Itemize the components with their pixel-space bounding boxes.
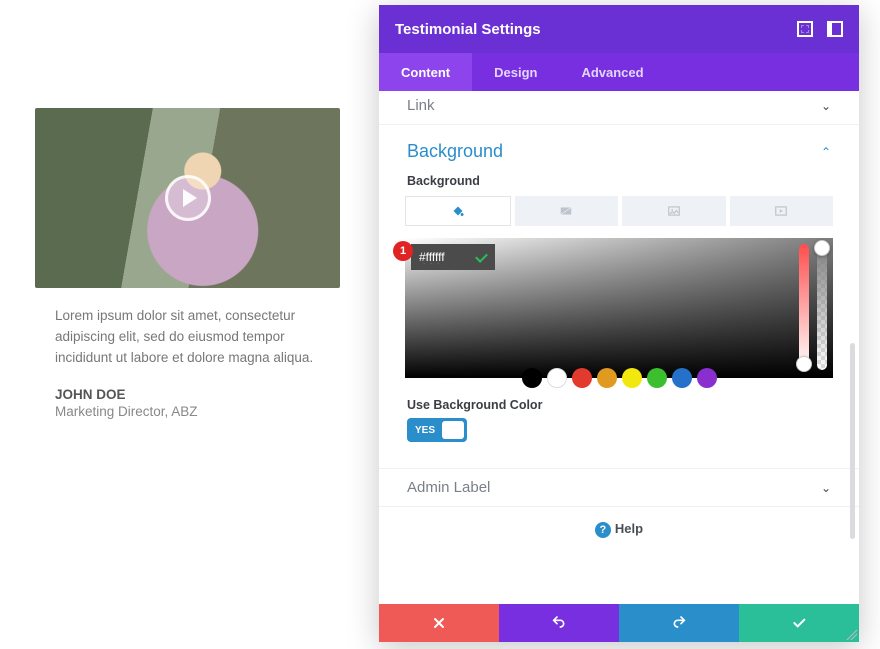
section-background-label: Background xyxy=(407,141,503,162)
help-icon: ? xyxy=(595,522,611,538)
chevron-up-icon: ⌃ xyxy=(821,145,831,159)
action-bar xyxy=(379,604,859,642)
testimonial-author: JOHN DOE xyxy=(35,369,340,402)
chevron-down-icon: ⌄ xyxy=(821,481,831,495)
swatch-orange[interactable] xyxy=(597,368,617,388)
toggle-text: YES xyxy=(415,425,435,436)
panel-header: Testimonial Settings xyxy=(379,5,859,53)
resize-handle[interactable] xyxy=(845,628,857,640)
swatch-red[interactable] xyxy=(572,368,592,388)
swatch-black[interactable] xyxy=(522,368,542,388)
section-link[interactable]: Link ⌄ xyxy=(379,91,859,125)
help-text: Help xyxy=(615,521,643,536)
section-background[interactable]: Background ⌃ xyxy=(379,125,859,170)
section-admin-label[interactable]: Admin Label ⌄ xyxy=(379,468,859,507)
undo-button[interactable] xyxy=(499,604,619,642)
bg-tab-video[interactable] xyxy=(730,196,834,226)
confirm-color-button[interactable] xyxy=(467,244,495,270)
settings-panel: Testimonial Settings Content Design Adva… xyxy=(379,5,859,642)
testimonial-role: Marketing Director, ABZ xyxy=(35,402,340,419)
hex-input-row xyxy=(411,244,495,270)
hex-input[interactable] xyxy=(411,244,467,270)
gradient-icon xyxy=(558,204,574,218)
section-admin-label-text: Admin Label xyxy=(407,479,490,496)
step-badge: 1 xyxy=(393,241,413,261)
tab-advanced[interactable]: Advanced xyxy=(559,53,665,91)
redo-button[interactable] xyxy=(619,604,739,642)
hue-slider[interactable] xyxy=(799,244,809,370)
bg-tab-image[interactable] xyxy=(622,196,726,226)
video-icon xyxy=(773,204,789,218)
panel-tabs: Content Design Advanced xyxy=(379,53,859,91)
scrollbar[interactable] xyxy=(850,343,855,539)
color-swatches xyxy=(405,368,833,388)
use-bg-color-label: Use Background Color xyxy=(379,388,859,418)
tab-design[interactable]: Design xyxy=(472,53,559,91)
testimonial-photo xyxy=(35,108,340,288)
swatch-green[interactable] xyxy=(647,368,667,388)
section-link-label: Link xyxy=(407,97,435,114)
check-icon xyxy=(791,615,807,631)
chevron-down-icon: ⌄ xyxy=(821,99,831,113)
paint-bucket-icon xyxy=(450,204,466,218)
image-icon xyxy=(666,204,682,218)
bg-tab-gradient[interactable] xyxy=(515,196,619,226)
redo-icon xyxy=(671,615,687,631)
close-icon xyxy=(431,615,447,631)
panel-body: Link ⌄ Background ⌃ Background 1 xyxy=(379,91,859,604)
docs-icon[interactable] xyxy=(827,21,843,37)
alpha-slider[interactable] xyxy=(817,244,827,370)
undo-icon xyxy=(551,615,567,631)
testimonial-quote: Lorem ipsum dolor sit amet, consectetur … xyxy=(35,288,340,369)
swatch-purple[interactable] xyxy=(697,368,717,388)
help-link[interactable]: ? Help xyxy=(379,507,859,550)
cancel-button[interactable] xyxy=(379,604,499,642)
color-picker: 1 xyxy=(405,238,833,388)
background-type-tabs xyxy=(405,196,833,226)
alpha-thumb[interactable] xyxy=(814,240,830,256)
use-bg-color-toggle[interactable]: YES xyxy=(407,418,467,442)
background-field-label: Background xyxy=(379,170,859,196)
swatch-white[interactable] xyxy=(547,368,567,388)
save-button[interactable] xyxy=(739,604,859,642)
swatch-yellow[interactable] xyxy=(622,368,642,388)
swatch-blue[interactable] xyxy=(672,368,692,388)
play-icon[interactable] xyxy=(165,175,211,221)
tab-content[interactable]: Content xyxy=(379,53,472,91)
bg-tab-color[interactable] xyxy=(405,196,511,226)
expand-icon[interactable] xyxy=(797,21,813,37)
testimonial-preview: Lorem ipsum dolor sit amet, consectetur … xyxy=(35,108,340,419)
panel-title: Testimonial Settings xyxy=(395,21,541,38)
